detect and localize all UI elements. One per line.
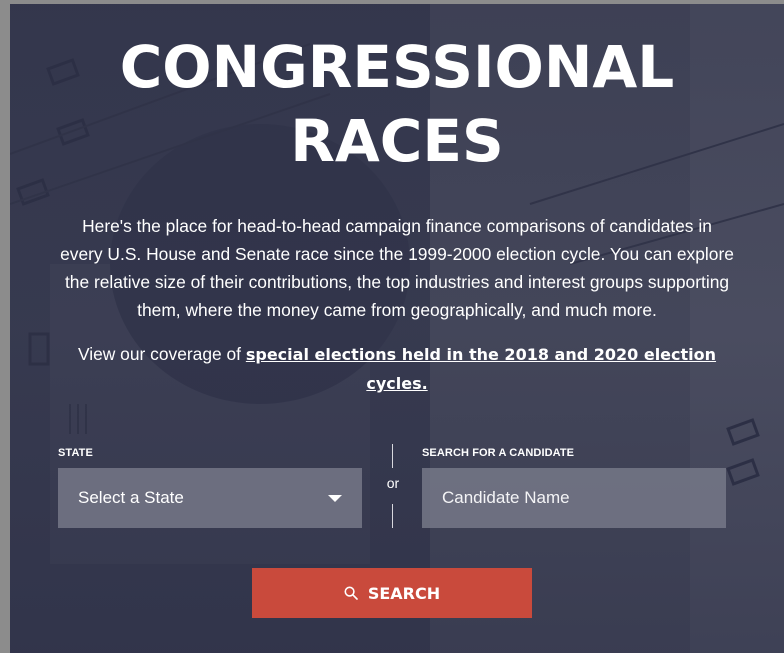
page: CONGRESSIONAL RACES Here's the place for… <box>0 0 784 653</box>
special-elections-prefix: View our coverage of <box>77 344 246 364</box>
search-button-label: SEARCH <box>367 583 441 603</box>
left-scroll-edge <box>0 0 10 653</box>
special-elections-link[interactable]: special elections held in the 2018 and 2… <box>246 345 716 393</box>
chevron-down-icon <box>328 495 342 502</box>
intro-paragraph: Here's the place for head-to-head campai… <box>60 216 734 320</box>
candidate-search-label: SEARCH FOR A CANDIDATE <box>422 447 575 459</box>
state-select[interactable]: Select a State <box>58 468 362 528</box>
state-label: STATE <box>58 447 93 459</box>
search-icon <box>344 586 358 600</box>
search-button[interactable]: SEARCH <box>252 568 532 618</box>
page-title-line-2: RACES <box>290 107 504 175</box>
state-select-value: Select a State <box>78 488 184 507</box>
or-divider-bottom <box>392 504 393 528</box>
or-divider-top <box>392 444 393 468</box>
candidate-name-input[interactable] <box>422 468 726 528</box>
page-title: CONGRESSIONAL RACES <box>10 30 784 178</box>
or-separator: or <box>386 475 400 491</box>
page-title-line-1: CONGRESSIONAL <box>119 33 675 101</box>
special-elections-paragraph: View our coverage of special elections h… <box>70 340 724 398</box>
hero-section: CONGRESSIONAL RACES Here's the place for… <box>10 4 784 653</box>
